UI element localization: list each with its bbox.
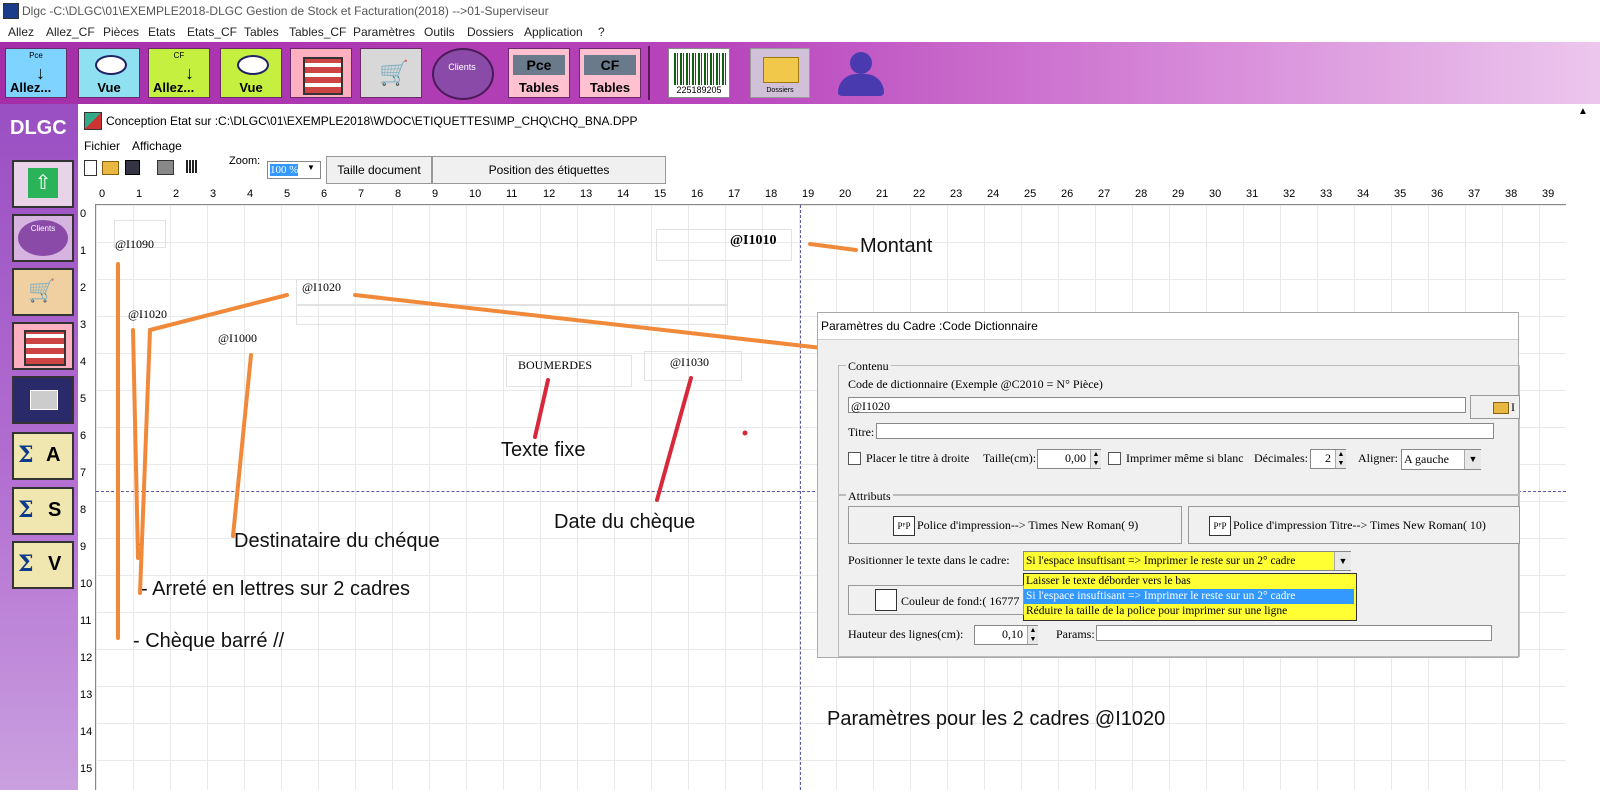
decimales-label: Décimales:: [1254, 451, 1308, 465]
code-dictionnaire-label: Code de dictionnaire (Exemple @C2010 = N…: [848, 377, 1103, 391]
taille-spinner[interactable]: ▲ ▼: [1090, 450, 1101, 468]
chevron-down-icon[interactable]: ▼: [1464, 450, 1481, 469]
aligner-label: Aligner:: [1358, 451, 1398, 465]
scroll-up-icon[interactable]: ▲: [1566, 106, 1600, 117]
vertical-scrollbar[interactable]: ▲: [1566, 104, 1600, 790]
decimales-spinner[interactable]: ▲ ▼: [1335, 450, 1346, 468]
color-swatch: [875, 589, 897, 611]
police-titre-button[interactable]: PᴾP Police d'impression Titre--> Times N…: [1188, 506, 1520, 544]
browse-dictionary-button[interactable]: I: [1470, 395, 1520, 419]
annotation-line-montant: [808, 242, 858, 252]
params-label: Params:: [1056, 627, 1095, 641]
code-dictionnaire-input[interactable]: @I1020: [848, 397, 1466, 413]
taille-label: Taille(cm):: [983, 451, 1037, 465]
annotation-line-arrete-left: [131, 328, 140, 560]
positionner-select[interactable]: Si l'espace insuftisant => Imprimer le r…: [1023, 551, 1351, 571]
titre-label: Titre:: [848, 425, 875, 439]
folder-icon: [1493, 402, 1509, 414]
chevron-down-icon[interactable]: ▼: [1334, 552, 1351, 570]
positionner-dropdown-list: Laisser le texte déborder vers le bas Si…: [1023, 573, 1357, 621]
couleur-fond-button[interactable]: Couleur de fond:( 16777: [848, 585, 1024, 615]
police-impression-button[interactable]: PᴾP Police d'impression--> Times New Rom…: [848, 506, 1182, 544]
titre-input[interactable]: [876, 423, 1494, 439]
option-deborder[interactable]: Laisser le texte déborder vers le bas: [1024, 574, 1354, 589]
contenu-label: Contenu: [846, 359, 891, 374]
imprimer-blanc-label: Imprimer même si blanc: [1126, 451, 1244, 465]
dialog-title: Paramètres du Cadre :Code Dictionnaire: [821, 319, 1038, 333]
option-deuxieme-cadre[interactable]: Si l'espace insuftisant => Imprimer le r…: [1024, 589, 1354, 604]
annotation-line-texte-fixe: [533, 378, 550, 439]
attributs-label: Attributs: [846, 489, 893, 504]
hauteur-label: Hauteur des lignes(cm):: [848, 627, 964, 641]
option-reduire-police[interactable]: Réduire la taille de la police pour impr…: [1024, 604, 1354, 619]
font-icon: PᴾP: [1209, 516, 1231, 536]
annotation-line-destinataire: [231, 353, 253, 538]
hauteur-spinner[interactable]: ▲ ▼: [1027, 626, 1038, 644]
params-input[interactable]: [1096, 625, 1492, 641]
browse-button-label: I: [1511, 400, 1515, 414]
annotation-dot: [742, 430, 748, 436]
placer-titre-checkbox[interactable]: [848, 452, 861, 465]
placer-titre-label: Placer le titre à droite: [866, 451, 970, 465]
annotation-line-arrete-right: [138, 328, 152, 595]
font-icon: PᴾP: [893, 516, 915, 536]
annotation-line-arrete-top: [148, 293, 289, 332]
imprimer-blanc-checkbox[interactable]: [1108, 452, 1121, 465]
positionner-label: Positionner le texte dans le cadre:: [848, 553, 1010, 567]
annotation-line-date: [655, 376, 693, 502]
parametres-cadre-dialog: Paramètres du Cadre :Code Dictionnaire C…: [817, 312, 1520, 658]
dialog-title-bar: Paramètres du Cadre :Code Dictionnaire: [818, 313, 1518, 340]
annotation-line-dialog: [353, 293, 824, 350]
